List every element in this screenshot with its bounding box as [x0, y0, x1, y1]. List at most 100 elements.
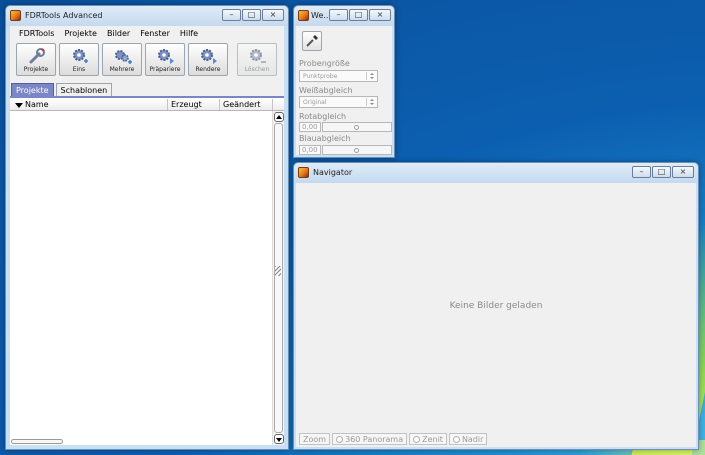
- scroll-grip-icon: [275, 266, 281, 276]
- rendere-button-label: Rendere: [195, 66, 221, 73]
- minimize-button[interactable]: –: [329, 9, 348, 21]
- nadir-checkbox[interactable]: Nadir: [448, 433, 488, 445]
- maximize-icon: □: [247, 10, 256, 19]
- slider-knob[interactable]: [354, 125, 359, 130]
- maximize-icon: □: [657, 167, 666, 176]
- gear-plus-icon: [71, 47, 89, 65]
- menu-fenster[interactable]: Fenster: [135, 26, 175, 42]
- gears-plus-icon: [114, 47, 132, 65]
- menu-bar: FDRTools Projekte Bilder Fenster Hilfe: [10, 26, 284, 42]
- vertical-scrollbar[interactable]: [272, 111, 284, 445]
- minimize-icon: –: [229, 10, 234, 19]
- probe-size-select[interactable]: Punktprobe: [299, 70, 378, 82]
- close-button[interactable]: ×: [369, 9, 391, 21]
- zoom-label: Zoom: [303, 434, 327, 444]
- blue-balance-slider[interactable]: [322, 145, 392, 155]
- checkbox-icon: [452, 435, 460, 443]
- checkbox-icon: [336, 435, 344, 443]
- navigator-titlebar[interactable]: Navigator – □ ×: [294, 163, 698, 183]
- checkbox-icon: [413, 435, 421, 443]
- projekte-button[interactable]: Projekte: [16, 43, 56, 76]
- scroll-up-button[interactable]: [274, 112, 284, 122]
- loeschen-button-label: Löschen: [244, 66, 270, 73]
- minimize-button[interactable]: –: [632, 166, 651, 178]
- column-name[interactable]: Name: [10, 99, 168, 110]
- slider-knob[interactable]: [354, 148, 359, 153]
- column-name-label: Name: [25, 100, 49, 109]
- whitebalance-label: Weißabgleich: [299, 86, 353, 95]
- panorama-360-checkbox[interactable]: 360 Panorama: [332, 433, 408, 445]
- gear-play-icon: [157, 47, 175, 65]
- spin-arrows-icon: [366, 98, 376, 106]
- maximize-button[interactable]: □: [349, 9, 368, 21]
- praepariere-button[interactable]: Präpariere: [145, 43, 185, 76]
- maximize-button[interactable]: □: [652, 166, 671, 178]
- fdrtools-app-icon: [298, 167, 309, 178]
- main-window-title: FDRTools Advanced: [25, 11, 103, 20]
- main-titlebar[interactable]: FDRTools Advanced – □ ×: [6, 6, 288, 26]
- scroll-thumb[interactable]: [274, 123, 283, 433]
- column-erzeugt[interactable]: Erzeugt: [168, 99, 220, 110]
- scroll-down-button[interactable]: [274, 434, 284, 444]
- close-button[interactable]: ×: [262, 9, 284, 21]
- main-window: FDRTools Advanced – □ × FDRTools Projekt…: [5, 5, 289, 450]
- close-icon: ×: [269, 10, 277, 19]
- minimize-button[interactable]: –: [222, 9, 241, 21]
- fdrtools-app-icon: [10, 10, 21, 21]
- fdrtools-app-icon: [298, 10, 309, 21]
- zenit-checkbox[interactable]: Zenit: [409, 433, 447, 445]
- eins-button-label: Eins: [72, 66, 86, 73]
- eyedropper-icon: [306, 35, 318, 47]
- mehrere-button-label: Mehrere: [109, 66, 135, 73]
- horizontal-scrollbar[interactable]: [11, 439, 63, 444]
- table-header: Name Erzeugt Geändert: [10, 99, 284, 111]
- projects-table: Name Erzeugt Geändert: [10, 98, 284, 445]
- maximize-icon: □: [354, 10, 363, 19]
- wb-titlebar[interactable]: We... – □ ×: [294, 6, 394, 26]
- menu-projekte[interactable]: Projekte: [59, 26, 102, 42]
- tab-projekte[interactable]: Projekte: [11, 83, 54, 96]
- blue-balance-label: Blauabgleich: [299, 134, 351, 143]
- probe-size-value: Punktprobe: [303, 73, 338, 80]
- whitebalance-window: We... – □ × Probengröße Punktprobe Weißa…: [293, 5, 395, 158]
- menu-hilfe[interactable]: Hilfe: [175, 26, 203, 42]
- navigator-controls: Zoom 360 Panorama Zenit Nadir: [299, 433, 488, 445]
- gear-minus-icon: [249, 47, 267, 65]
- minimize-icon: –: [336, 10, 341, 19]
- rendere-button[interactable]: Rendere: [188, 43, 228, 76]
- eins-button[interactable]: Eins: [59, 43, 99, 76]
- close-icon: ×: [679, 167, 687, 176]
- mehrere-button[interactable]: Mehrere: [102, 43, 142, 76]
- column-geaendert[interactable]: Geändert: [220, 99, 273, 110]
- close-button[interactable]: ×: [672, 166, 694, 178]
- projekte-button-label: Projekte: [23, 66, 49, 73]
- loeschen-button[interactable]: Löschen: [237, 43, 277, 76]
- menu-fdrtools[interactable]: FDRTools: [14, 26, 59, 42]
- eyedropper-button[interactable]: [302, 31, 322, 51]
- red-balance-field[interactable]: 0,00: [299, 122, 321, 132]
- whitebalance-select[interactable]: Original: [299, 96, 378, 108]
- tab-strip: Projekte Schablonen: [11, 83, 113, 96]
- close-icon: ×: [376, 10, 384, 19]
- panorama-360-label: 360 Panorama: [345, 434, 404, 444]
- navigator-window: Navigator – □ × Keine Bilder geladen Zoo…: [293, 162, 699, 450]
- maximize-button[interactable]: □: [242, 9, 261, 21]
- menu-bilder[interactable]: Bilder: [102, 26, 135, 42]
- tab-schablonen[interactable]: Schablonen: [55, 83, 113, 96]
- nadir-label: Nadir: [461, 434, 484, 444]
- blue-balance-field[interactable]: 0,00: [299, 145, 321, 155]
- red-balance-label: Rotabgleich: [299, 112, 347, 121]
- minimize-icon: –: [639, 167, 644, 176]
- gear-play-icon: [200, 47, 218, 65]
- wrench-icon: [28, 47, 46, 65]
- praepariere-button-label: Präpariere: [149, 66, 181, 73]
- probe-size-label: Probengröße: [299, 59, 350, 68]
- red-balance-slider[interactable]: [322, 122, 392, 132]
- zoom-button[interactable]: Zoom: [299, 433, 331, 445]
- spin-arrows-icon: [366, 72, 376, 80]
- no-images-message: Keine Bilder geladen: [449, 301, 543, 311]
- navigator-window-title: Navigator: [313, 168, 353, 177]
- sort-down-icon: [15, 103, 23, 108]
- toolbar: Projekte Eins Mehrere Präpariere Rendere…: [16, 43, 277, 77]
- wb-window-title: We...: [311, 11, 331, 20]
